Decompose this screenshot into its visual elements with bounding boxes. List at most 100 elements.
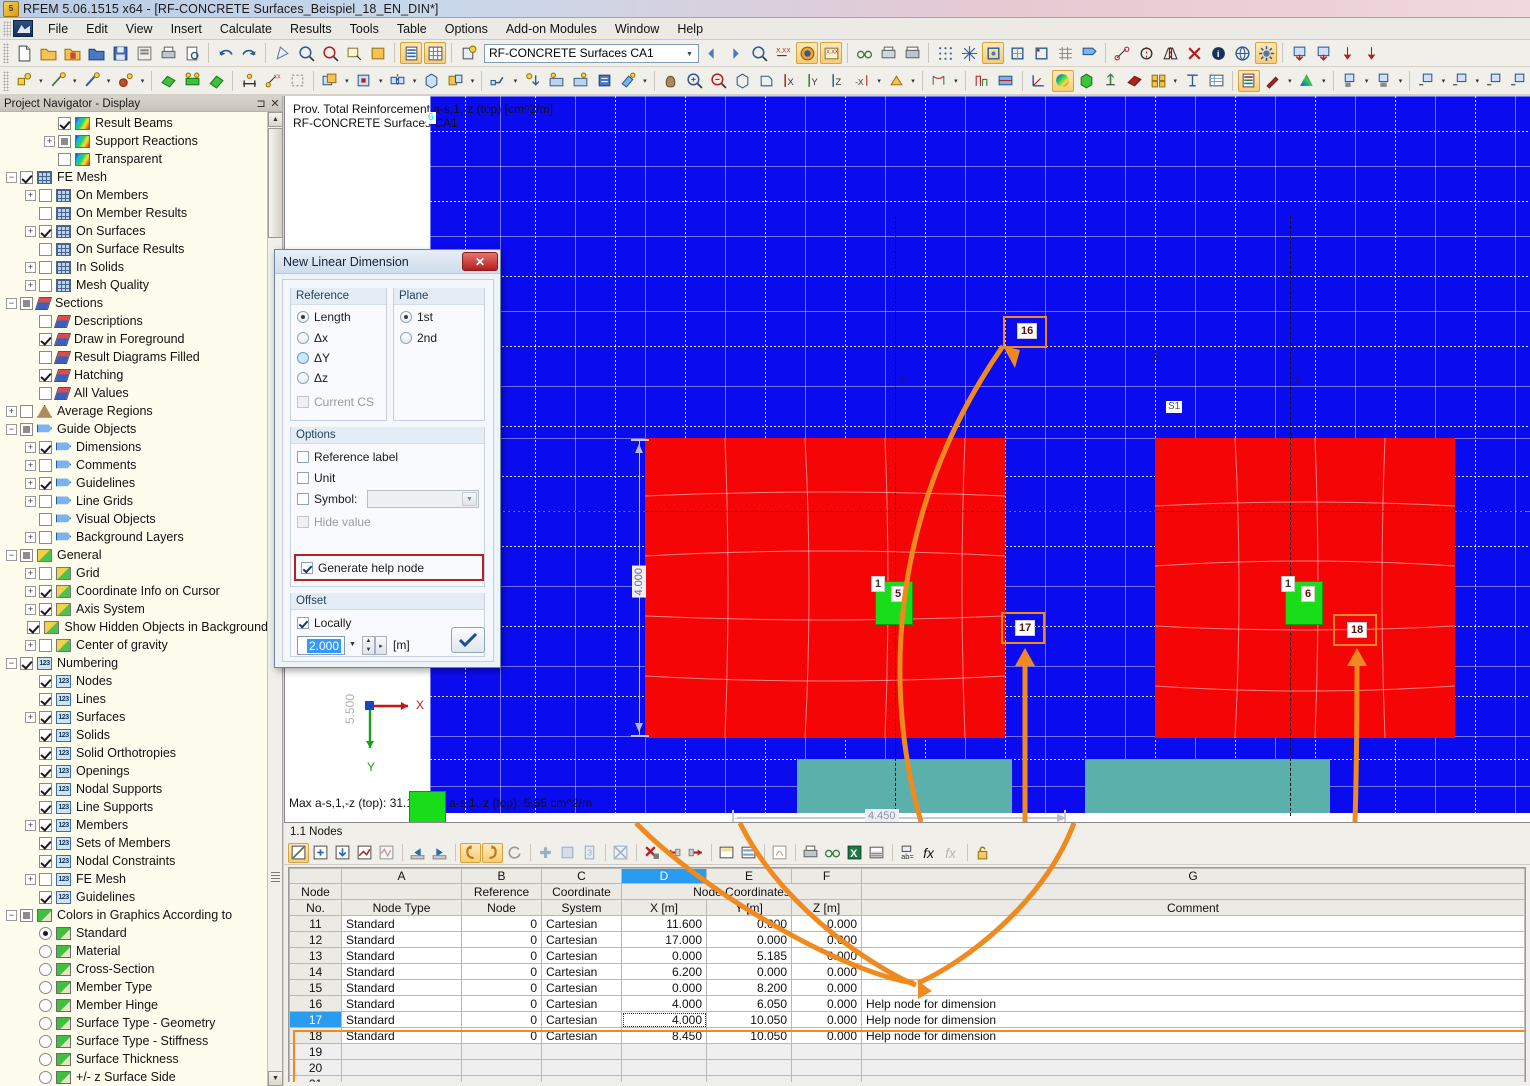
menu-grip[interactable] [3, 21, 11, 37]
expand-icon[interactable]: + [25, 262, 36, 273]
checkbox[interactable] [58, 153, 71, 166]
column-header-A[interactable]: A [342, 869, 462, 884]
previous-table-icon[interactable] [407, 843, 428, 863]
symbol-combobox[interactable]: ▼ [367, 490, 479, 508]
navigator-item-fe-mesh[interactable]: +123FE Mesh [0, 870, 268, 888]
navigator-item-solids[interactable]: 123Solids [0, 726, 268, 744]
next-table-icon[interactable] [429, 843, 450, 863]
snap-grid-icon[interactable] [958, 42, 980, 64]
chevron-down-icon[interactable]: ▾ [467, 70, 477, 92]
open-file-icon[interactable] [37, 42, 59, 64]
cell-node-type[interactable]: Standard [342, 948, 462, 964]
table-row[interactable]: 13Standard0Cartesian0.0005.1850.000 [290, 948, 1525, 964]
lock-icon[interactable] [972, 843, 993, 863]
navigator-item-dimensions[interactable]: +Dimensions [0, 438, 268, 456]
rotate-icon[interactable] [1135, 42, 1157, 64]
row-header[interactable]: 19 [290, 1044, 342, 1060]
navigator-item-general[interactable]: −General [0, 546, 268, 564]
cell-coordinate-system[interactable] [542, 1060, 622, 1076]
cell-comment[interactable] [862, 964, 1525, 980]
node-down-icon[interactable] [521, 70, 543, 92]
view-negx-icon[interactable]: -X [851, 70, 873, 92]
option-symbol-row[interactable]: Symbol: [297, 492, 357, 506]
checkbox[interactable] [39, 441, 52, 454]
function-disabled-icon[interactable]: fx [941, 843, 962, 863]
dxf-grid-icon[interactable] [1054, 42, 1076, 64]
scroll-up-button[interactable]: ▲ [268, 112, 283, 127]
cell-x[interactable]: 17.000 [622, 932, 707, 948]
render-model-icon[interactable] [885, 70, 907, 92]
result-blocks-icon[interactable] [1147, 70, 1169, 92]
table-stripes-icon[interactable] [738, 843, 759, 863]
function-icon[interactable]: fx [919, 843, 940, 863]
navigator-item-surface-thickness[interactable]: Surface Thickness [0, 1050, 268, 1068]
navigator-item-result-diagrams-filled[interactable]: Result Diagrams Filled [0, 348, 268, 366]
cell-reference-node[interactable] [462, 1060, 542, 1076]
save-all-icon[interactable] [133, 42, 155, 64]
cell-coordinate-system[interactable]: Cartesian [542, 964, 622, 980]
scroll-thumb[interactable] [268, 128, 283, 238]
delete-row-right-icon[interactable] [685, 843, 706, 863]
radio-button[interactable] [39, 963, 52, 976]
cell-node-type[interactable] [342, 1060, 462, 1076]
load-case-combobox[interactable]: RF-CONCRETE Surfaces CA1 ▼ [484, 44, 699, 63]
cell-coordinate-system[interactable]: Cartesian [542, 996, 622, 1012]
navigator-item-center-of-gravity[interactable]: +Center of gravity [0, 636, 268, 654]
new-member-icon[interactable] [81, 70, 103, 92]
table-row[interactable]: 11Standard0Cartesian11.6000.0000.000 [290, 916, 1525, 932]
navigator-item-on-members[interactable]: +On Members [0, 186, 268, 204]
checkbox[interactable] [27, 621, 40, 634]
dialog-ok-button[interactable] [451, 627, 485, 653]
navigator-item-fe-mesh[interactable]: −FE Mesh [0, 168, 268, 186]
navigator-item-member-hinge[interactable]: Member Hinge [0, 996, 268, 1014]
result-diagram-icon[interactable]: X.XX [820, 42, 842, 64]
pan-hand-icon[interactable] [660, 70, 682, 92]
checkbox[interactable] [39, 513, 52, 526]
option-reference-label-row[interactable]: Reference label [297, 450, 398, 464]
table-row[interactable]: 16Standard0Cartesian4.0006.0500.000Help … [290, 996, 1525, 1012]
table-row[interactable]: 18Standard0Cartesian8.45010.0500.000Help… [290, 1028, 1525, 1044]
expand-icon[interactable]: + [25, 478, 36, 489]
undo-table-icon[interactable] [460, 843, 481, 863]
cell-coordinate-system[interactable]: Cartesian [542, 1028, 622, 1044]
pin-icon[interactable]: ⊐ [254, 97, 268, 110]
row-header[interactable]: 17 [290, 1012, 342, 1028]
result-grp3-icon[interactable] [1483, 70, 1505, 92]
cell-x[interactable]: 0.000 [622, 980, 707, 996]
member-results-icon[interactable] [971, 70, 993, 92]
extrude-icon[interactable] [421, 70, 443, 92]
checkbox[interactable] [39, 189, 52, 202]
column-header-E[interactable]: E [707, 869, 792, 884]
navigator-item-nodes[interactable]: 123Nodes [0, 672, 268, 690]
cell-z[interactable]: 0.000 [792, 1028, 862, 1044]
chevron-down-icon[interactable]: ▾ [1362, 70, 1372, 92]
expand-icon[interactable]: + [25, 280, 36, 291]
cell-comment[interactable] [862, 1060, 1525, 1076]
dialog-close-button[interactable]: ✕ [462, 252, 498, 271]
option-unit-row[interactable]: Unit [297, 471, 335, 485]
row-header[interactable]: 11 [290, 916, 342, 932]
renumber-icon[interactable]: 3 [579, 843, 600, 863]
new-comment-icon[interactable]: XX [262, 70, 284, 92]
navigator-item-line-grids[interactable]: +Line Grids [0, 492, 268, 510]
row-header[interactable]: 12 [290, 932, 342, 948]
column-header-D[interactable]: D [622, 869, 707, 884]
checkbox[interactable] [20, 423, 33, 436]
checkbox[interactable] [39, 333, 52, 346]
navigator-tree[interactable]: Result Beams+Support ReactionsTransparen… [0, 112, 268, 1086]
view-cube-icon[interactable] [732, 70, 754, 92]
value-xxx-icon[interactable]: X.XX [772, 42, 794, 64]
result-table-icon[interactable] [1205, 70, 1227, 92]
surface-paint-icon[interactable] [617, 70, 639, 92]
navigator-item-openings[interactable]: 123Openings [0, 762, 268, 780]
view-y-icon[interactable]: Y [803, 70, 825, 92]
cell-z[interactable]: 0.000 [792, 996, 862, 1012]
cell-reference-node[interactable]: 0 [462, 1012, 542, 1028]
navigator-item-surface-type-geometry[interactable]: Surface Type - Geometry [0, 1014, 268, 1032]
chevron-down-icon[interactable]: ▾ [376, 70, 386, 92]
zoom-in-icon[interactable] [684, 70, 706, 92]
checkbox[interactable] [39, 765, 52, 778]
cell-comment[interactable]: Help node for dimension [862, 996, 1525, 1012]
new-dimension-icon[interactable] [238, 70, 260, 92]
load-down-icon[interactable] [1288, 42, 1310, 64]
